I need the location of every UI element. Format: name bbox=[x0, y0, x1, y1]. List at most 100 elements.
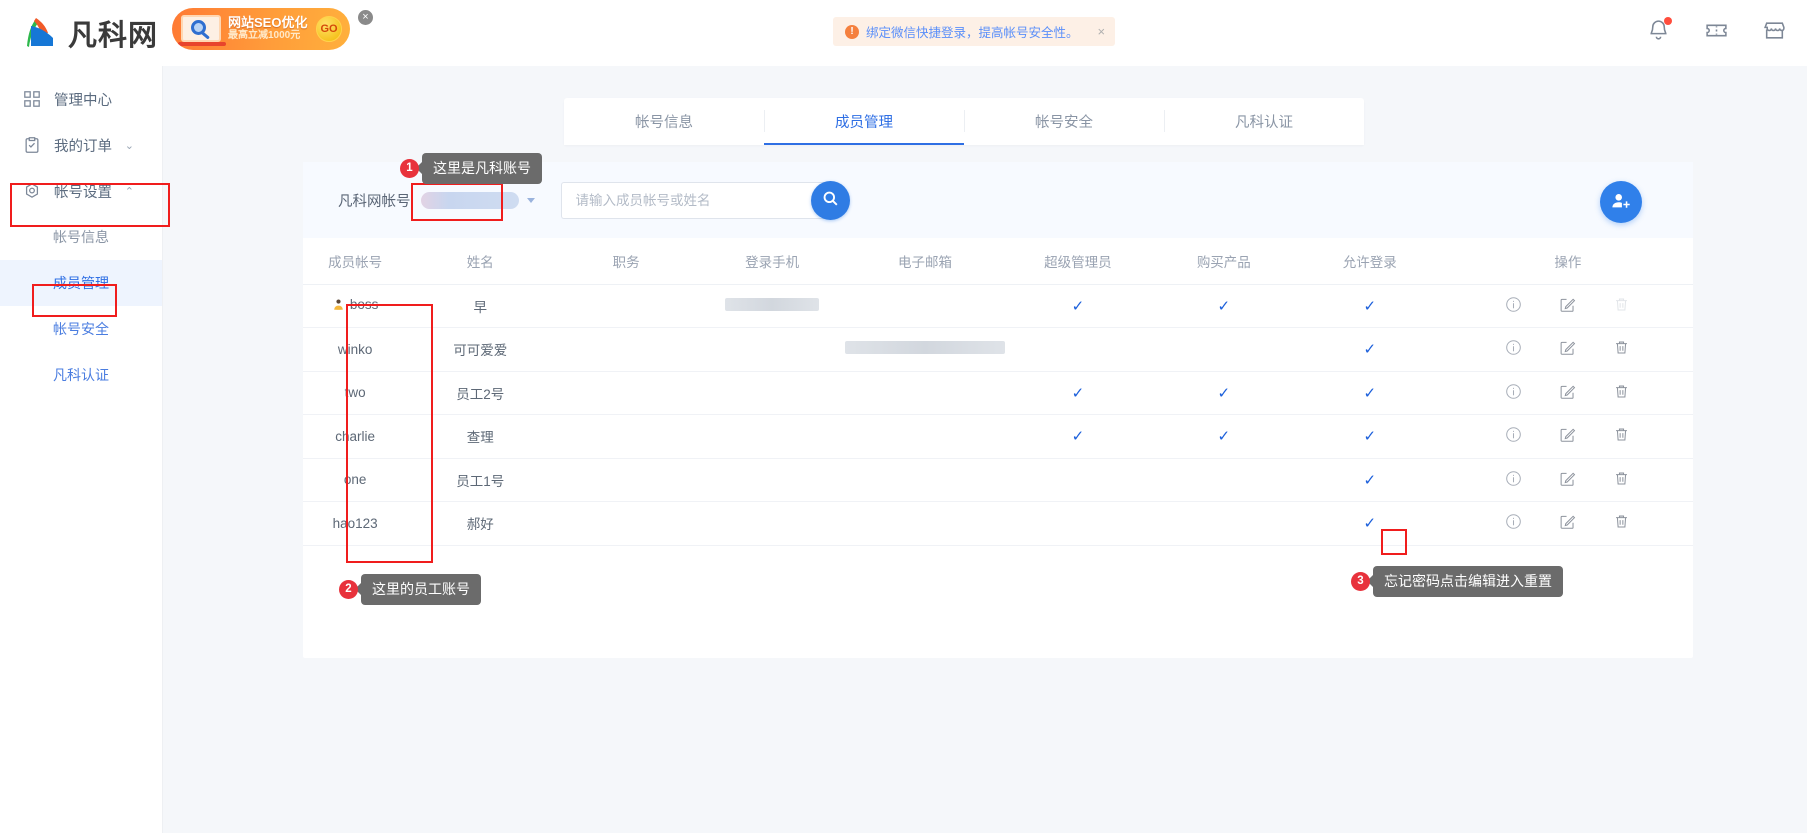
search-button[interactable] bbox=[810, 180, 850, 220]
col-email: 电子邮箱 bbox=[897, 254, 952, 270]
chevron-up-icon: ⌃ bbox=[124, 185, 134, 198]
sidebar-item-account-security[interactable]: 帐号安全 bbox=[0, 306, 162, 352]
sidebar-item-account-info[interactable]: 帐号信息 bbox=[0, 214, 162, 260]
cell-account: boss bbox=[303, 284, 408, 328]
notice-text[interactable]: 绑定微信快捷登录，提高帐号安全性。 bbox=[866, 22, 1079, 41]
tab-account-info[interactable]: 帐号信息 bbox=[564, 98, 764, 145]
info-icon[interactable] bbox=[1505, 426, 1522, 446]
account-text: one bbox=[343, 472, 367, 488]
trash-icon[interactable] bbox=[1613, 426, 1630, 446]
bell-icon[interactable] bbox=[1646, 17, 1672, 43]
close-icon[interactable]: × bbox=[1098, 24, 1106, 39]
notification-badge bbox=[1664, 17, 1672, 25]
sidebar-item-my-orders[interactable]: 我的订单 ⌄ bbox=[0, 122, 162, 168]
cell-actions bbox=[1442, 371, 1693, 415]
cell-title bbox=[553, 284, 700, 328]
table-body: boss 早 ✓ ✓ ✓ winko 可可爱爱 ✓ two 员工2号 ✓ ✓ ✓ charlie 查理 ✓ ✓ ✓… bbox=[303, 284, 1693, 546]
cell-allow-login: ✓ bbox=[1296, 458, 1443, 502]
cell-title bbox=[553, 327, 700, 372]
col-name: 姓名 bbox=[466, 254, 494, 270]
sidebar-item-label: 我的订单 bbox=[54, 138, 112, 155]
table-row: hao123 郝好 ✓ bbox=[303, 501, 1693, 546]
cell-title bbox=[553, 414, 700, 459]
col-allow-login: 允许登录 bbox=[1342, 254, 1397, 270]
edit-icon[interactable] bbox=[1559, 470, 1576, 490]
sidebar: 管理中心 我的订单 ⌄ 帐号设置 ⌃ 帐号信息 成员管理 帐号安全 凡科认证 bbox=[0, 66, 163, 833]
sidebar-item-management-center[interactable]: 管理中心 bbox=[0, 76, 162, 122]
table-header-row: 成员帐号 姓名 职务 登录手机 电子邮箱 超级管理员 购买产品 允许登录 操作 bbox=[303, 238, 1693, 284]
trash-icon[interactable] bbox=[1613, 339, 1630, 359]
ad-illustration-icon bbox=[172, 8, 228, 50]
cell-title bbox=[553, 501, 700, 546]
cell-purchase: ✓ bbox=[1150, 284, 1297, 328]
store-icon[interactable] bbox=[1762, 18, 1787, 43]
tab-member-management[interactable]: 成员管理 bbox=[764, 98, 964, 145]
tab-account-security[interactable]: 帐号安全 bbox=[964, 98, 1164, 145]
ad-banner[interactable]: 网站SEO优化 最高立减1000元 GO bbox=[172, 8, 350, 50]
cell-email bbox=[845, 458, 1005, 502]
col-super-admin: 超级管理员 bbox=[1044, 254, 1112, 270]
cell-phone bbox=[699, 327, 846, 372]
brand-logo[interactable]: 凡科网 bbox=[22, 12, 158, 54]
check-icon: ✓ bbox=[1363, 428, 1377, 446]
tab-label: 帐号信息 bbox=[635, 115, 693, 131]
ad-title: 网站SEO优化 bbox=[228, 15, 308, 31]
sidebar-item-member-management[interactable]: 成员管理 bbox=[0, 260, 162, 306]
owner-icon bbox=[332, 298, 345, 314]
edit-icon[interactable] bbox=[1559, 426, 1576, 446]
cell-email bbox=[845, 327, 1006, 372]
cell-actions bbox=[1442, 458, 1693, 502]
info-icon[interactable] bbox=[1505, 339, 1522, 359]
edit-icon[interactable] bbox=[1559, 513, 1576, 533]
info-icon[interactable] bbox=[1505, 383, 1522, 403]
cell-actions bbox=[1442, 327, 1693, 372]
account-value-masked bbox=[420, 191, 519, 209]
cell-name: 员工2号 bbox=[407, 371, 554, 415]
account-text: charlie bbox=[335, 428, 376, 444]
check-icon: ✓ bbox=[1363, 341, 1377, 359]
ad-go-button[interactable]: GO bbox=[316, 16, 342, 42]
cell-account: two bbox=[303, 371, 408, 415]
ticket-icon[interactable] bbox=[1704, 18, 1729, 43]
member-table: 成员帐号 姓名 职务 登录手机 电子邮箱 超级管理员 购买产品 允许登录 操作 … bbox=[303, 238, 1693, 546]
cell-purchase bbox=[1150, 458, 1297, 502]
top-icon-group bbox=[1646, 17, 1787, 43]
chevron-down-icon[interactable] bbox=[526, 197, 535, 203]
search-input[interactable] bbox=[560, 181, 831, 219]
sidebar-item-account-settings[interactable]: 帐号设置 ⌃ bbox=[0, 168, 162, 214]
account-text: hao123 bbox=[332, 515, 378, 531]
edit-icon[interactable] bbox=[1559, 296, 1576, 316]
trash-icon[interactable] bbox=[1613, 513, 1630, 533]
check-icon: ✓ bbox=[1217, 428, 1231, 446]
cell-title bbox=[553, 458, 700, 502]
table-row: boss 早 ✓ ✓ ✓ bbox=[303, 284, 1693, 328]
tab-fanke-certification[interactable]: 凡科认证 bbox=[1164, 98, 1364, 145]
check-icon: ✓ bbox=[1071, 428, 1085, 446]
check-icon: ✓ bbox=[1363, 515, 1377, 533]
cell-email bbox=[845, 371, 1005, 415]
ad-close-icon[interactable]: × bbox=[358, 10, 373, 25]
cell-allow-login: ✓ bbox=[1296, 284, 1443, 328]
info-icon[interactable] bbox=[1505, 470, 1522, 490]
clipboard-check-icon bbox=[23, 136, 41, 154]
brand-name: 凡科网 bbox=[68, 18, 159, 52]
edit-icon[interactable] bbox=[1559, 339, 1576, 359]
check-icon: ✓ bbox=[1363, 471, 1377, 489]
trash-icon[interactable] bbox=[1613, 383, 1630, 403]
cell-allow-login: ✓ bbox=[1296, 371, 1443, 415]
cell-super-admin: ✓ bbox=[1004, 414, 1151, 459]
cell-purchase: ✓ bbox=[1150, 371, 1297, 415]
col-purchase: 购买产品 bbox=[1196, 254, 1251, 270]
chevron-down-icon: ⌄ bbox=[124, 139, 134, 152]
ad-subtitle: 最高立减1000元 bbox=[228, 30, 301, 42]
info-icon[interactable] bbox=[1505, 296, 1522, 316]
sidebar-subitem-label: 成员管理 bbox=[53, 275, 109, 291]
info-icon[interactable] bbox=[1505, 513, 1522, 533]
trash-icon[interactable] bbox=[1613, 470, 1630, 490]
table-row: two 员工2号 ✓ ✓ ✓ bbox=[303, 371, 1693, 415]
add-member-button[interactable] bbox=[1600, 181, 1642, 223]
check-icon: ✓ bbox=[1363, 297, 1377, 315]
edit-icon[interactable] bbox=[1559, 383, 1576, 403]
sidebar-item-fanke-certification[interactable]: 凡科认证 bbox=[0, 352, 162, 398]
logo-mark-icon bbox=[22, 13, 62, 53]
